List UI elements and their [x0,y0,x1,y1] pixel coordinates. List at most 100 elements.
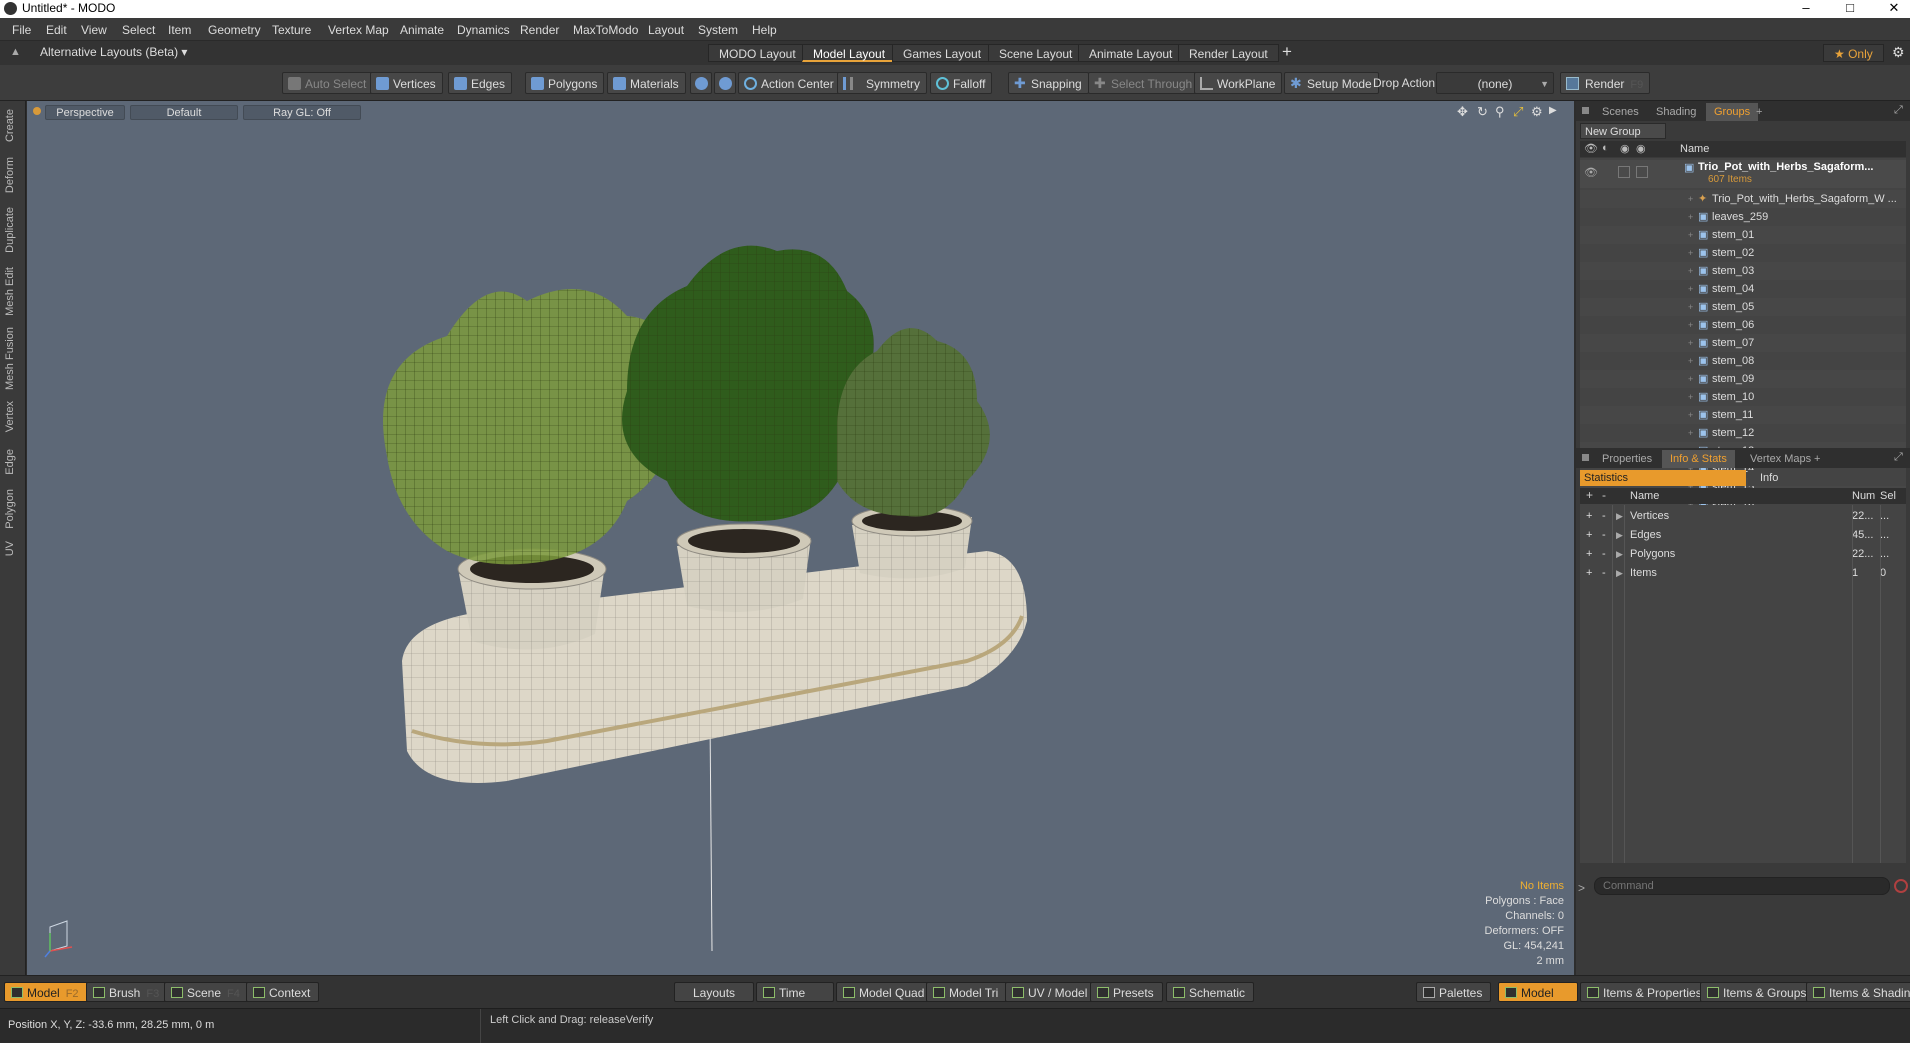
drop-action-select[interactable]: (none) ▼ [1436,72,1554,94]
brush-mode-button[interactable]: Brush F3 [86,982,169,1002]
menu-edit[interactable]: Edit [46,23,67,37]
items-properties-button[interactable]: Items & Properties [1580,982,1711,1002]
model-layout-button[interactable]: Model [1498,982,1578,1002]
tab-scene-layout[interactable]: Scene Layout [988,44,1084,62]
tab-scenes[interactable]: Scenes [1594,103,1647,121]
group-item-row[interactable]: + ▣ stem_05 [1580,298,1906,316]
materials-button[interactable]: Materials [607,72,686,94]
group-item-row[interactable]: + ▣ stem_09 [1580,370,1906,388]
group-item-row[interactable]: + ▣ leaves_259 [1580,208,1906,226]
presets-button[interactable]: Presets [1090,982,1163,1002]
lock-checkbox[interactable] [1618,166,1630,178]
group-item-row[interactable]: + ▣ stem_11 [1580,406,1906,424]
expand-row-icon[interactable]: + [1586,526,1592,544]
palettes-button[interactable]: Palettes [1416,982,1492,1002]
tab-games-layout[interactable]: Games Layout [892,44,993,62]
disclosure-triangle-icon[interactable]: ▶ [1616,545,1623,563]
tab-modo-layout[interactable]: MODO Layout [708,44,807,62]
tab-info-stats[interactable]: Info & Stats [1662,450,1735,468]
add-props-tab-button[interactable]: + [1806,450,1828,468]
gear-icon[interactable]: ⚙ [1892,44,1905,61]
select-through-button[interactable]: ✚ Select Through [1088,72,1200,94]
group-item-row[interactable]: + ▣ stem_06 [1580,316,1906,334]
stats-row[interactable]: + - ▶ Edges 45...... [1580,526,1906,544]
select-checkbox[interactable] [1636,166,1648,178]
group-item-row[interactable]: + ▣ stem_12 [1580,424,1906,442]
add-layout-button[interactable]: + [1282,42,1292,62]
action-center-button[interactable]: Action Center [738,72,841,94]
group-item-row[interactable]: + ▣ stem_01 [1580,226,1906,244]
menu-render[interactable]: Render [520,23,559,37]
select-mode-b-button[interactable] [714,72,736,94]
expand-panel-icon[interactable]: ⤢ [1894,104,1903,117]
menu-texture[interactable]: Texture [272,23,311,37]
vtab-duplicate[interactable]: Duplicate [4,207,22,253]
scene-mode-button[interactable]: Scene F4 [164,982,249,1002]
maximize-button[interactable]: □ [1834,0,1866,18]
model-tri-button[interactable]: Model Tri [926,982,1008,1002]
tab-shading[interactable]: Shading [1648,103,1704,121]
menu-system[interactable]: System [698,23,738,37]
menu-vertex-map[interactable]: Vertex Map [328,23,389,37]
stats-row[interactable]: + - ▶ Vertices 22...... [1580,507,1906,525]
vertices-button[interactable]: Vertices [370,72,443,94]
setup-mode-button[interactable]: ✱ Setup Mode [1284,72,1379,94]
new-group-button[interactable]: New Group [1580,123,1666,139]
vtab-vertex[interactable]: Vertex [4,401,22,432]
menu-layout[interactable]: Layout [648,23,684,37]
menu-dynamics[interactable]: Dynamics [457,23,510,37]
symmetry-button[interactable]: Symmetry [837,72,927,94]
menu-animate[interactable]: Animate [400,23,444,37]
expand-row-icon[interactable]: + [1586,564,1592,582]
context-mode-button[interactable]: Context [246,982,320,1002]
tab-animate-layout[interactable]: Animate Layout [1078,44,1184,62]
command-input[interactable] [1594,877,1890,895]
collapse-row-icon[interactable]: - [1602,545,1606,563]
vtab-polygon[interactable]: Polygon [4,489,22,529]
model-quad-button[interactable]: Model Quad [836,982,934,1002]
group-item-row[interactable]: + ✦ Trio_Pot_with_Herbs_Sagaform_W ... [1580,190,1906,208]
add-panel-tab-button[interactable]: + [1748,103,1770,121]
tab-model-layout[interactable]: Model Layout [802,44,897,62]
tab-statistics[interactable]: Statistics [1580,470,1746,486]
vtab-uv[interactable]: UV [4,541,22,556]
polygons-button[interactable]: Polygons [525,72,605,94]
stats-row[interactable]: + - ▶ Items 1 0 [1580,564,1906,582]
group-item-row[interactable]: + ▣ stem_10 [1580,388,1906,406]
edges-button[interactable]: Edges [448,72,513,94]
workplane-button[interactable]: WorkPlane [1194,72,1283,94]
record-icon[interactable] [1894,879,1908,893]
items-shading-button[interactable]: Items & Shading [1806,982,1910,1002]
disclosure-triangle-icon[interactable]: ▶ [1616,564,1623,582]
select-mode-a-button[interactable] [690,72,712,94]
group-item-row[interactable]: + ▣ stem_08 [1580,352,1906,370]
tab-info[interactable]: Info [1748,470,1906,486]
tab-properties[interactable]: Properties [1594,450,1660,468]
model-mode-button[interactable]: Model F2 [4,982,88,1002]
items-groups-button[interactable]: Items & Groups [1700,982,1816,1002]
vtab-deform[interactable]: Deform [4,157,22,193]
menu-file[interactable]: File [12,23,31,37]
menu-select[interactable]: Select [122,23,155,37]
time-button[interactable]: Time [756,982,834,1002]
expand-row-icon[interactable]: + [1586,545,1592,563]
vtab-create[interactable]: Create [4,109,22,142]
only-toggle[interactable]: ★ Only [1823,44,1884,62]
group-item-row[interactable]: + ▣ stem_02 [1580,244,1906,262]
uv-model-button[interactable]: UV / Model [1005,982,1097,1002]
disclosure-triangle-icon[interactable]: ▶ [1616,526,1623,544]
vtab-mesh-edit[interactable]: Mesh Edit [4,267,22,316]
stats-row[interactable]: + - ▶ Polygons 22...... [1580,545,1906,563]
collapse-row-icon[interactable]: - [1602,564,1606,582]
vtab-mesh-fusion[interactable]: Mesh Fusion [4,327,22,390]
collapse-all-icon[interactable]: - [1602,488,1606,502]
group-item-row[interactable]: + ▣ stem_04 [1580,280,1906,298]
disclosure-triangle-icon[interactable]: ▶ [1616,507,1623,525]
auto-select-button[interactable]: Auto Select [282,72,374,94]
close-button[interactable]: ✕ [1878,0,1910,18]
group-root-row[interactable]: 👁 ▣ Trio_Pot_with_Herbs_Sagaform... 607 … [1580,160,1906,188]
minimize-button[interactable]: – [1790,0,1822,18]
falloff-button[interactable]: Falloff [930,72,993,94]
3d-viewport[interactable]: Perspective Default Ray GL: Off ✥ ↻ ⚲ ⤢ … [27,101,1574,975]
collapse-row-icon[interactable]: - [1602,507,1606,525]
